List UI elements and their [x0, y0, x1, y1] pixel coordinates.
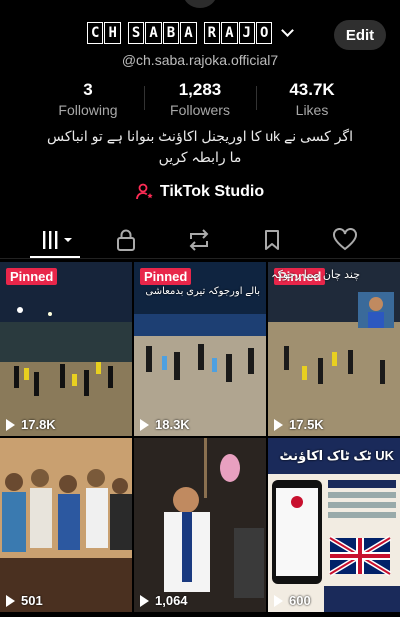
- play-icon: [274, 594, 283, 607]
- edit-profile-button[interactable]: Edit: [334, 20, 386, 50]
- video-tile[interactable]: 501: [0, 438, 132, 612]
- active-tab-indicator: [30, 256, 80, 258]
- username-char: B: [162, 22, 180, 44]
- video-caption: چند چان صبا رجوکہ: [271, 269, 360, 281]
- tab-private[interactable]: [111, 227, 141, 253]
- username-char: O: [255, 22, 273, 44]
- username: CHSABARAJO: [87, 22, 273, 44]
- profile-bio: اگر کسی نے uk کا اوریجنل اکاؤنٹ بنوانا ہ…: [47, 128, 353, 165]
- video-caption: UK ٹک ٹاک اکاؤنٹ: [279, 448, 394, 463]
- stat-value: 43.7K: [289, 80, 335, 99]
- video-thumbnail: [268, 262, 400, 436]
- video-thumbnail: [0, 262, 132, 436]
- tiktok-studio-link[interactable]: TikTok Studio: [0, 183, 400, 201]
- play-icon: [140, 418, 149, 431]
- pinned-badge: Pinned: [140, 268, 192, 285]
- stat-following[interactable]: 3 Following: [33, 80, 143, 118]
- lock-icon: [117, 229, 135, 251]
- play-icon: [6, 594, 15, 607]
- view-count-value: 501: [21, 593, 43, 608]
- view-count: 17.8K: [6, 417, 56, 432]
- chevron-down-icon: [281, 24, 295, 37]
- view-count: 600: [274, 593, 311, 608]
- tab-liked[interactable]: [330, 227, 360, 253]
- play-icon: [140, 594, 149, 607]
- username-char: J: [238, 22, 255, 44]
- video-caption: بالے اورجوکہ تیری بدمعاشی: [145, 286, 260, 297]
- tab-reposts[interactable]: [184, 227, 214, 253]
- video-tile[interactable]: UK ٹک ٹاک اکاؤنٹ 600: [268, 438, 400, 612]
- video-tile[interactable]: Pinned چند چان صبا رجوکہ 17.5K: [268, 262, 400, 436]
- view-count: 501: [6, 593, 43, 608]
- stat-value: 3: [83, 80, 93, 99]
- profile-header: CHSABARAJO Edit: [0, 20, 400, 50]
- view-count-value: 17.5K: [289, 417, 324, 432]
- username-switcher[interactable]: CHSABARAJO: [87, 22, 295, 44]
- profile-handle: @ch.saba.rajoka.official7: [121, 52, 279, 68]
- video-tile[interactable]: Pinned بالے اورجوکہ تیری بدمعاشی 18.3K: [134, 262, 266, 436]
- studio-label: TikTok Studio: [159, 183, 265, 200]
- profile-tabs: [0, 223, 400, 259]
- stat-label: Followers: [170, 102, 230, 118]
- videos-grid-icon: [43, 231, 72, 249]
- play-icon: [274, 418, 283, 431]
- tab-videos[interactable]: [38, 227, 76, 253]
- video-tile[interactable]: 1,064: [134, 438, 266, 612]
- avatar[interactable]: [183, 0, 217, 8]
- stat-label: Likes: [295, 102, 329, 118]
- view-count-value: 600: [289, 593, 311, 608]
- pinned-badge: Pinned: [6, 268, 58, 285]
- view-count-value: 1,064: [155, 593, 188, 608]
- view-count: 18.3K: [140, 417, 190, 432]
- repost-icon: [189, 229, 209, 251]
- username-char: C: [87, 22, 104, 44]
- video-thumbnail: [0, 438, 132, 612]
- heart-icon: [333, 228, 357, 251]
- video-thumbnail: [268, 438, 400, 612]
- stat-likes[interactable]: 43.7K Likes: [257, 80, 367, 118]
- view-count-value: 18.3K: [155, 417, 190, 432]
- username-char: A: [221, 22, 238, 44]
- video-tile[interactable]: Pinned 17.8K: [0, 262, 132, 436]
- play-icon: [6, 418, 15, 431]
- username-char: S: [127, 22, 145, 44]
- bookmark-icon: [265, 230, 279, 250]
- studio-person-icon: [135, 183, 153, 200]
- stat-value: 1,283: [178, 80, 222, 99]
- tab-favorites[interactable]: [257, 227, 287, 253]
- view-count: 17.5K: [274, 417, 324, 432]
- stat-label: Following: [58, 102, 118, 118]
- stat-followers[interactable]: 1,283 Followers: [145, 80, 255, 118]
- view-count-value: 17.8K: [21, 417, 56, 432]
- view-count: 1,064: [140, 593, 188, 608]
- username-char: A: [180, 22, 197, 44]
- profile-stats: 3 Following 1,283 Followers 43.7K Likes: [0, 80, 400, 120]
- username-char: H: [104, 22, 121, 44]
- username-char: R: [203, 22, 221, 44]
- video-thumbnail: [134, 438, 266, 612]
- username-char: A: [145, 22, 162, 44]
